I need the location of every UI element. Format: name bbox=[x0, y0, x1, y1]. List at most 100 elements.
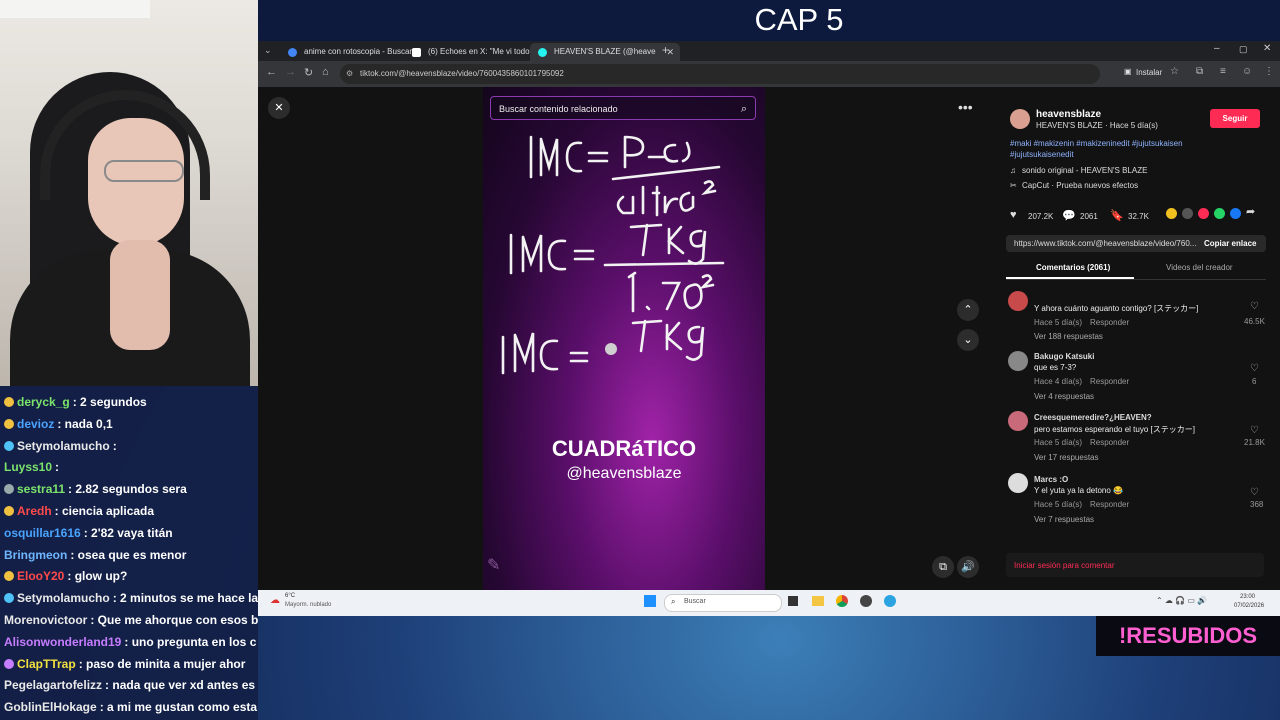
capcut-label[interactable]: CapCut · Prueba nuevos efectos bbox=[1022, 181, 1138, 190]
next-video-button[interactable]: ⌄ bbox=[957, 329, 979, 351]
extensions-icon[interactable]: ⧉ bbox=[1196, 66, 1203, 77]
reply-button[interactable]: Responder bbox=[1090, 377, 1129, 386]
chat-username[interactable]: sestra11 bbox=[17, 482, 65, 496]
chrome-icon[interactable] bbox=[836, 595, 848, 607]
chat-username[interactable]: Setymolamucho bbox=[17, 439, 110, 453]
comment-icon[interactable]: 💬 bbox=[1062, 209, 1076, 222]
window-close-icon[interactable]: ✕ bbox=[1263, 43, 1271, 54]
chat-username[interactable]: ClapTTrap bbox=[17, 657, 76, 671]
copy-link-button[interactable]: Copiar enlace bbox=[1204, 239, 1256, 248]
forward-icon[interactable]: → bbox=[285, 66, 296, 78]
new-tab-icon[interactable]: + bbox=[662, 43, 669, 57]
tab-creator-videos[interactable]: Videos del creador bbox=[1166, 263, 1233, 272]
tab-comments[interactable]: Comentarios (2061) bbox=[1036, 263, 1110, 272]
install-button[interactable]: Instalar bbox=[1136, 68, 1162, 77]
floating-player-button[interactable]: ⧉ bbox=[932, 556, 954, 578]
home-icon[interactable]: ⌂ bbox=[322, 66, 329, 78]
comment-author[interactable]: Creesquemeredire?¿HEAVEN? bbox=[1034, 413, 1152, 422]
minimize-icon[interactable]: – bbox=[1214, 43, 1220, 54]
streamer-neck bbox=[110, 240, 170, 350]
hashtags-line-2[interactable]: #jujutsukaisenedit bbox=[1010, 150, 1074, 159]
app-icon[interactable] bbox=[860, 595, 872, 607]
search-icon[interactable]: ⌕ bbox=[741, 97, 747, 121]
related-search-input[interactable]: Buscar contenido relacionado ⌕ bbox=[490, 96, 756, 120]
avatar[interactable] bbox=[1008, 411, 1028, 431]
follow-button[interactable]: Seguir bbox=[1210, 109, 1260, 128]
avatar[interactable] bbox=[1008, 473, 1028, 493]
more-options-icon[interactable]: ••• bbox=[958, 99, 973, 115]
chat-username[interactable]: devioz bbox=[17, 417, 54, 431]
repost-icon[interactable] bbox=[1166, 208, 1177, 219]
comment-like-icon[interactable]: ♡ bbox=[1250, 301, 1259, 312]
facebook-icon[interactable] bbox=[1230, 208, 1241, 219]
clock-time[interactable]: 23:00 bbox=[1240, 594, 1255, 600]
menu-kebab-icon[interactable]: ⋮ bbox=[1264, 66, 1274, 77]
bookmark-star-icon[interactable]: ☆ bbox=[1170, 66, 1179, 77]
url-input[interactable]: ⚙ tiktok.com/@heavensblaze/video/7600435… bbox=[340, 64, 1100, 84]
chat-username[interactable]: Alisonwonderland19 bbox=[4, 635, 121, 649]
view-replies[interactable]: Ver 188 respuestas bbox=[1034, 332, 1103, 341]
previous-video-button[interactable]: ⌃ bbox=[957, 299, 979, 321]
start-icon[interactable] bbox=[644, 595, 656, 607]
view-replies[interactable]: Ver 7 respuestas bbox=[1034, 515, 1094, 524]
comment-like-icon[interactable]: ♡ bbox=[1250, 363, 1259, 374]
tab-search-icon[interactable]: ⌄ bbox=[264, 45, 272, 56]
file-explorer-icon[interactable] bbox=[812, 596, 824, 606]
close-video-button[interactable]: ✕ bbox=[268, 97, 290, 119]
comment-like-icon[interactable]: ♡ bbox=[1250, 425, 1259, 436]
login-prompt[interactable]: Iniciar sesión para comentar bbox=[1014, 561, 1115, 570]
share-arrow-icon[interactable]: ➦ bbox=[1246, 205, 1255, 218]
bookmark-icon[interactable]: 🔖 bbox=[1110, 209, 1124, 222]
chat-username[interactable]: ElooY20 bbox=[17, 569, 64, 583]
chat-text: : paso de minita a mujer ahor bbox=[78, 656, 246, 671]
embed-icon[interactable] bbox=[1182, 208, 1193, 219]
weather-icon[interactable]: ☁ bbox=[270, 595, 280, 606]
chat-username[interactable]: Setymolamucho bbox=[17, 591, 110, 605]
view-replies[interactable]: Ver 17 respuestas bbox=[1034, 453, 1098, 462]
chat-username[interactable]: Bringmeon bbox=[4, 548, 67, 562]
video-player[interactable]: Buscar contenido relacionado ⌕ CUADRáTIC… bbox=[483, 87, 765, 590]
whatsapp-icon[interactable] bbox=[1214, 208, 1225, 219]
chat-username[interactable]: Aredh bbox=[17, 504, 52, 518]
maximize-icon[interactable]: ▢ bbox=[1239, 44, 1248, 55]
tab-x-post[interactable]: (6) Echoes en X: "Me vi todo el ✕ bbox=[404, 43, 550, 61]
sound-name[interactable]: sonido original - HEAVEN'S BLAZE bbox=[1022, 166, 1147, 175]
login-to-comment-bar[interactable]: Iniciar sesión para comentar bbox=[1006, 553, 1264, 577]
site-info-icon[interactable]: ⚙ bbox=[346, 64, 353, 84]
reload-icon[interactable]: ↻ bbox=[304, 66, 313, 79]
view-replies[interactable]: Ver 4 respuestas bbox=[1034, 392, 1094, 401]
avatar[interactable] bbox=[1008, 291, 1028, 311]
task-view-icon[interactable] bbox=[788, 596, 798, 606]
creator-avatar[interactable] bbox=[1010, 109, 1030, 129]
creator-username[interactable]: heavensblaze bbox=[1036, 109, 1101, 120]
comment-author[interactable]: Marcs :O bbox=[1034, 475, 1068, 484]
back-icon[interactable]: ← bbox=[266, 66, 277, 78]
hashtags-line-1[interactable]: #maki #makizenin #makizeninedit #jujutsu… bbox=[1010, 139, 1183, 148]
chat-username[interactable]: Morenovictoor bbox=[4, 613, 87, 627]
chat-username[interactable]: Luyss10 bbox=[4, 460, 52, 474]
reply-button[interactable]: Responder bbox=[1090, 438, 1129, 447]
chat-username[interactable]: osquillar1616 bbox=[4, 526, 81, 540]
comment-like-icon[interactable]: ♡ bbox=[1250, 487, 1259, 498]
media-controls-icon[interactable]: ≡ bbox=[1220, 66, 1226, 77]
reply-button[interactable]: Responder bbox=[1090, 500, 1129, 509]
tab-tiktok[interactable]: HEAVEN'S BLAZE (@heave ✕ bbox=[530, 43, 680, 61]
chat-message: GoblinElHokage: a mi me gustan como esta bbox=[4, 700, 257, 714]
taskbar-search[interactable]: ⌕ Buscar bbox=[664, 594, 782, 612]
like-icon[interactable]: ♥ bbox=[1010, 209, 1017, 221]
tab-google-search[interactable]: anime con rotoscopia - Buscar ✕ bbox=[280, 43, 424, 61]
clock-date[interactable]: 07/02/2026 bbox=[1234, 603, 1264, 609]
avatar[interactable] bbox=[1008, 351, 1028, 371]
volume-button[interactable]: 🔊 bbox=[957, 556, 979, 578]
comment-author[interactable]: Bakugo Katsuki bbox=[1034, 352, 1094, 361]
send-icon[interactable] bbox=[1198, 208, 1209, 219]
chat-username[interactable]: deryck_g bbox=[17, 395, 70, 409]
chat-username[interactable]: GoblinElHokage bbox=[4, 700, 97, 714]
reply-button[interactable]: Responder bbox=[1090, 318, 1129, 327]
telegram-icon[interactable] bbox=[884, 595, 896, 607]
install-icon[interactable]: ▣ bbox=[1124, 67, 1132, 76]
chat-username[interactable]: Pegelagartofelizz bbox=[4, 678, 102, 692]
profile-icon[interactable]: ☺ bbox=[1242, 66, 1252, 77]
tray-icons[interactable]: ⌃ ☁ 🎧 ▭ 🔊 bbox=[1156, 596, 1207, 605]
chat-badge-icon bbox=[4, 484, 14, 495]
